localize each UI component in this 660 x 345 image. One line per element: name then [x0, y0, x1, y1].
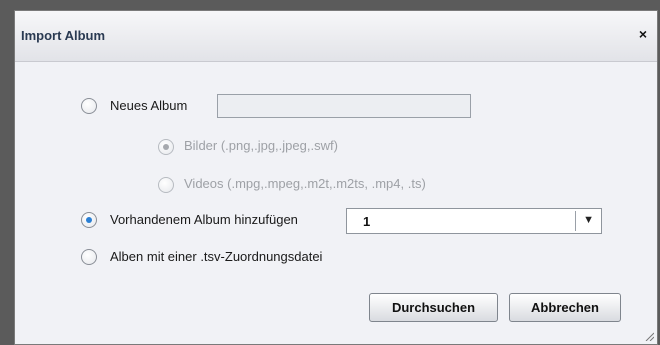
videos-radio[interactable]: [158, 177, 174, 193]
new-album-label: Neues Album: [110, 98, 188, 113]
new-album-name-input[interactable]: [217, 94, 471, 118]
videos-label: Videos (.mpg,.mpeg,.m2t,.m2ts, .mp4, .ts…: [184, 176, 426, 191]
dialog-title: Import Album: [21, 28, 106, 43]
browse-button[interactable]: Durchsuchen: [369, 293, 498, 322]
images-radio[interactable]: [158, 139, 174, 155]
select-divider: [575, 211, 576, 231]
new-album-radio[interactable]: [81, 98, 97, 114]
chevron-down-icon[interactable]: ▼: [583, 214, 594, 226]
close-icon[interactable]: ×: [639, 26, 647, 42]
import-album-dialog: Import Album × Neues Album Bilder (.png,…: [14, 10, 658, 345]
tsv-albums-radio[interactable]: [81, 249, 97, 265]
tsv-albums-label: Alben mit einer .tsv-Zuordnungsdatei: [110, 249, 323, 264]
cancel-button[interactable]: Abbrechen: [509, 293, 621, 322]
images-label: Bilder (.png,.jpg,.jpeg,.swf): [184, 138, 338, 153]
dialog-titlebar[interactable]: Import Album ×: [15, 11, 657, 62]
existing-album-selected-value: 1: [363, 214, 371, 229]
existing-album-label: Vorhandenem Album hinzufügen: [110, 212, 298, 227]
resize-grip-icon[interactable]: [644, 331, 654, 341]
existing-album-radio[interactable]: [81, 212, 97, 228]
existing-album-select[interactable]: 1 ▼: [346, 208, 602, 234]
